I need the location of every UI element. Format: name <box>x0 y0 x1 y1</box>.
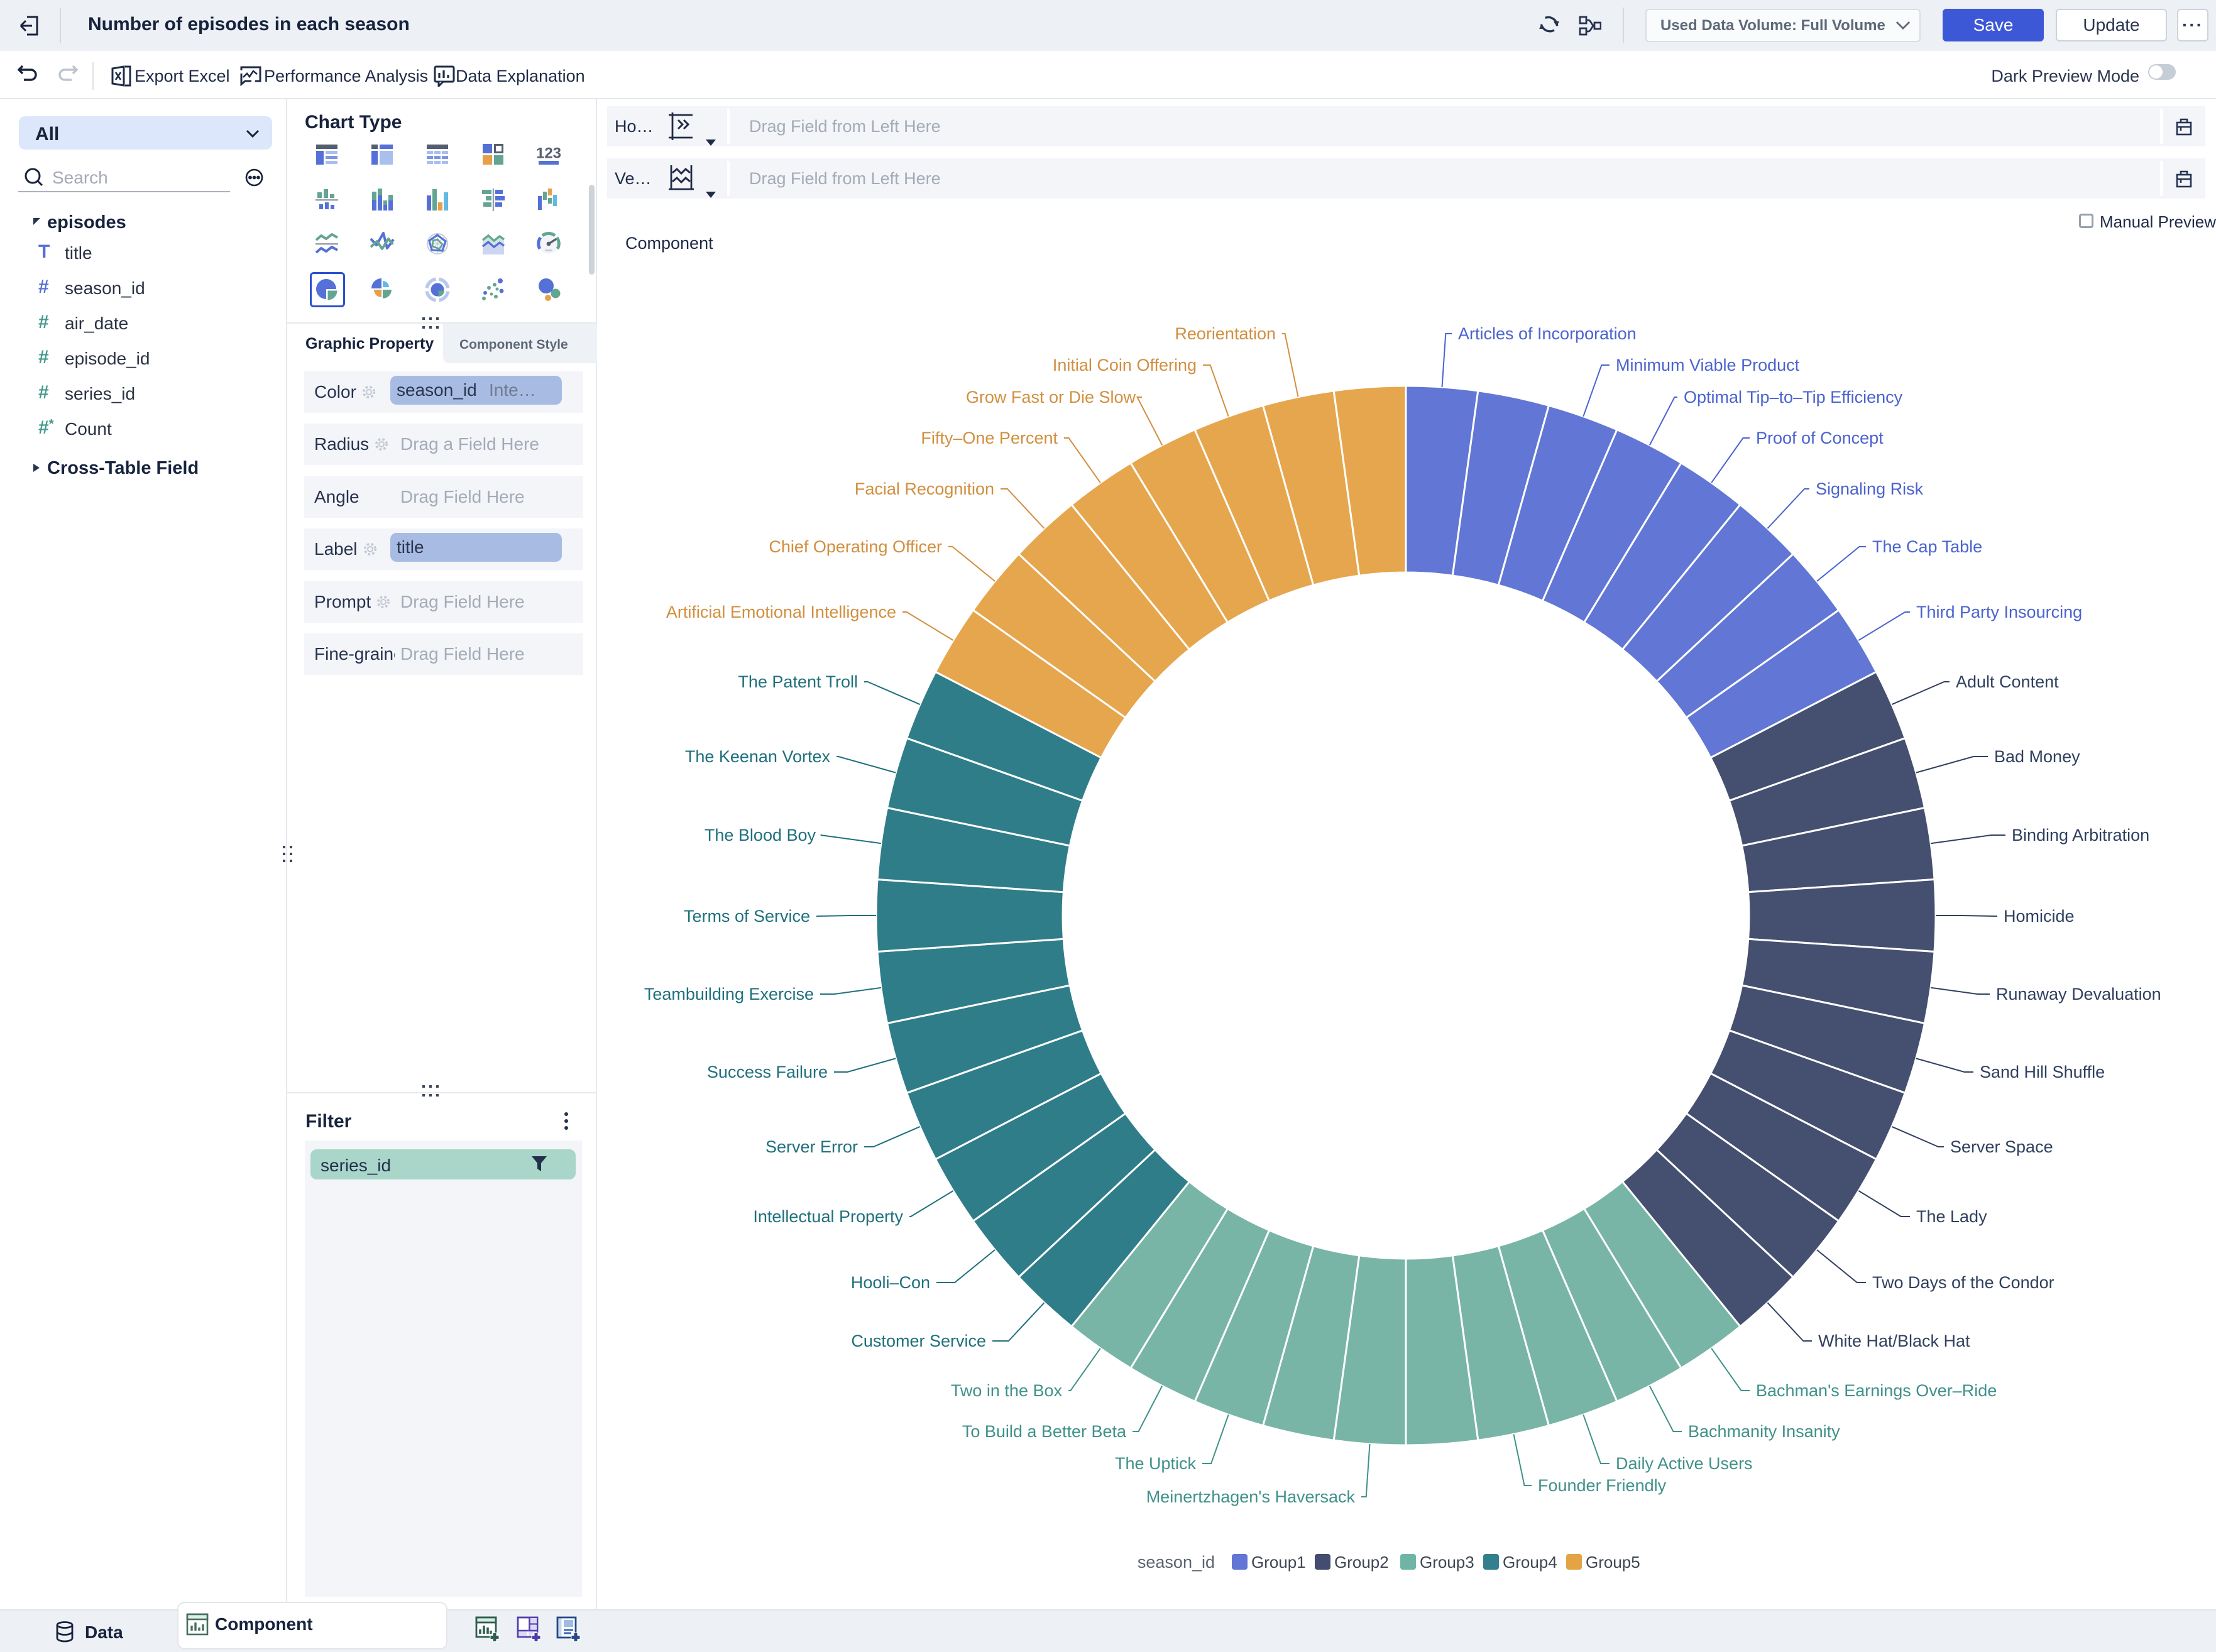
svg-text:Initial Coin Offering: Initial Coin Offering <box>1053 356 1197 375</box>
svg-text:Sand Hill Shuffle: Sand Hill Shuffle <box>1980 1063 2105 1081</box>
svg-text:Articles of Incorporation: Articles of Incorporation <box>1458 324 1637 343</box>
svg-text:Runaway Devaluation: Runaway Devaluation <box>1996 985 2161 1004</box>
svg-text:The Cap Table: The Cap Table <box>1872 537 1982 556</box>
svg-text:Homicide: Homicide <box>2004 907 2075 926</box>
svg-text:Server Error: Server Error <box>765 1137 858 1156</box>
svg-text:Group2: Group2 <box>1334 1553 1389 1572</box>
svg-text:Grow Fast or Die Slow: Grow Fast or Die Slow <box>966 388 1136 407</box>
svg-text:Optimal Tip–to–Tip Efficiency: Optimal Tip–to–Tip Efficiency <box>1684 388 1903 407</box>
svg-text:Fifty–One Percent: Fifty–One Percent <box>921 429 1058 447</box>
svg-text:Group4: Group4 <box>1503 1553 1557 1572</box>
svg-text:Signaling Risk: Signaling Risk <box>1816 479 1924 498</box>
svg-text:Two Days of the Condor: Two Days of the Condor <box>1872 1273 2054 1292</box>
svg-text:Founder Friendly: Founder Friendly <box>1538 1476 1667 1495</box>
svg-text:Teambuilding Exercise: Teambuilding Exercise <box>644 985 814 1004</box>
svg-text:Success Failure: Success Failure <box>707 1063 828 1081</box>
svg-text:Intellectual Property: Intellectual Property <box>753 1207 903 1226</box>
svg-text:Artificial Emotional Intellige: Artificial Emotional Intelligence <box>666 603 896 621</box>
svg-text:Terms of Service: Terms of Service <box>684 907 810 926</box>
svg-text:The Keenan Vortex: The Keenan Vortex <box>685 747 831 766</box>
svg-text:Bad Money: Bad Money <box>1994 747 2080 766</box>
svg-text:Server Space: Server Space <box>1950 1137 2053 1156</box>
svg-text:Customer Service: Customer Service <box>851 1332 986 1350</box>
svg-text:Chief Operating Officer: Chief Operating Officer <box>769 537 942 556</box>
svg-text:Daily Active Users: Daily Active Users <box>1616 1454 1753 1473</box>
svg-text:Bachmanity Insanity: Bachmanity Insanity <box>1688 1422 1840 1441</box>
svg-text:White Hat/Black Hat: White Hat/Black Hat <box>1818 1332 1970 1350</box>
svg-text:Reorientation: Reorientation <box>1175 324 1276 343</box>
svg-text:season_id: season_id <box>1138 1553 1215 1572</box>
svg-text:Meinertzhagen's Haversack: Meinertzhagen's Haversack <box>1146 1487 1356 1506</box>
svg-text:The Uptick: The Uptick <box>1115 1454 1197 1473</box>
svg-text:Minimum Viable Product: Minimum Viable Product <box>1616 356 1800 375</box>
svg-text:Adult Content: Adult Content <box>1956 672 2059 691</box>
svg-text:Binding Arbitration: Binding Arbitration <box>2012 826 2149 845</box>
svg-text:Bachman's Earnings Over–Ride: Bachman's Earnings Over–Ride <box>1756 1381 1997 1400</box>
svg-text:Two in the Box: Two in the Box <box>951 1381 1063 1400</box>
svg-text:The Patent Troll: The Patent Troll <box>738 672 858 691</box>
svg-text:To Build a Better Beta: To Build a Better Beta <box>962 1422 1127 1441</box>
svg-text:Third Party Insourcing: Third Party Insourcing <box>1916 603 2082 621</box>
svg-text:Hooli–Con: Hooli–Con <box>851 1273 930 1292</box>
svg-text:The Lady: The Lady <box>1916 1207 1987 1226</box>
svg-text:Group3: Group3 <box>1420 1553 1474 1572</box>
svg-text:Group1: Group1 <box>1251 1553 1306 1572</box>
svg-text:The Blood Boy: The Blood Boy <box>705 826 816 845</box>
svg-text:Proof of Concept: Proof of Concept <box>1756 429 1884 447</box>
svg-text:Group5: Group5 <box>1586 1553 1640 1572</box>
svg-text:Facial Recognition: Facial Recognition <box>855 479 994 498</box>
